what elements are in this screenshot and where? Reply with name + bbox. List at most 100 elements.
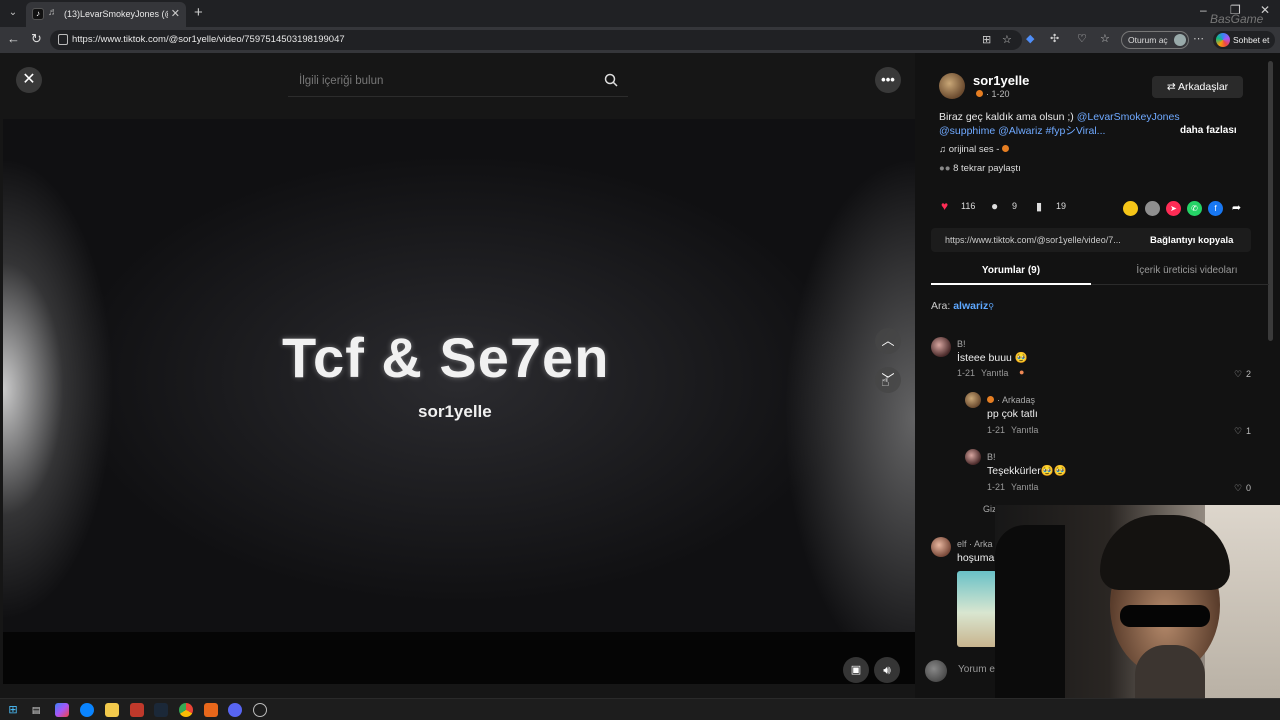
- comment-search-filter[interactable]: Ara: alwariz⚲: [931, 300, 994, 312]
- webcam-sunglasses: [1120, 605, 1210, 627]
- share-coin-icon[interactable]: [1123, 201, 1138, 216]
- tab-list-chevron-icon[interactable]: ⌄: [4, 4, 22, 22]
- comment-input[interactable]: Yorum el: [958, 664, 997, 675]
- bookmark-icon[interactable]: ▮: [1036, 200, 1042, 213]
- back-arrow-icon[interactable]: ←: [7, 31, 20, 46]
- mention-levarsmokeyjones[interactable]: @LevarSmokeyJones: [1077, 111, 1180, 123]
- tab-comments[interactable]: Yorumlar (9): [931, 260, 1091, 285]
- creator-username[interactable]: sor1yelle: [973, 73, 1029, 88]
- related-search-box[interactable]: İlgili içeriği bulun: [288, 67, 628, 97]
- reposts-row[interactable]: ●● 8 tekrar paylaştı: [939, 163, 1021, 174]
- search-icon[interactable]: [604, 73, 618, 87]
- panel-scrollbar[interactable]: [1268, 61, 1273, 341]
- more-description-button[interactable]: daha fazlası: [1180, 125, 1237, 136]
- maximize-icon[interactable]: ❐: [1230, 3, 1241, 17]
- browser-toolbar: ← ↻ https://www.tiktok.com/@sor1yelle/vi…: [0, 27, 1280, 53]
- like-heart-icon[interactable]: ♥: [941, 199, 948, 213]
- reply-like-heart-icon[interactable]: ♡: [1234, 483, 1242, 494]
- copilot-taskbar-icon[interactable]: [55, 703, 69, 717]
- comment-avatar[interactable]: [931, 337, 951, 357]
- reply-like-count: 1: [1246, 426, 1252, 436]
- reply-author[interactable]: · Arkadaş: [987, 395, 1035, 405]
- share-facebook-icon[interactable]: f: [1208, 201, 1223, 216]
- extension-shield-icon[interactable]: ◆: [1026, 32, 1034, 45]
- comment-avatar[interactable]: [931, 537, 951, 557]
- steam-icon[interactable]: [154, 703, 168, 717]
- profile-avatar-icon: [1173, 34, 1186, 46]
- reader-view-icon[interactable]: ⊞: [982, 33, 991, 46]
- video-letterbox: [3, 632, 915, 684]
- planet-emoji-icon: [976, 90, 983, 97]
- browser-essentials-icon[interactable]: ♡: [1077, 32, 1087, 45]
- signin-button[interactable]: Oturum aç: [1121, 31, 1189, 49]
- reply-button[interactable]: Yanıtla: [1011, 482, 1038, 492]
- webcam-chair: [995, 525, 1065, 698]
- planet-emoji-icon: [987, 396, 994, 403]
- reply-text: pp çok tatlı: [987, 408, 1038, 420]
- windows-start-icon[interactable]: ⊞: [6, 703, 20, 717]
- comment-bubble-icon[interactable]: ●: [991, 199, 998, 213]
- reply-button[interactable]: Yanıtla: [1011, 425, 1038, 435]
- close-window-icon[interactable]: ✕: [1260, 3, 1270, 17]
- reload-icon[interactable]: ↻: [31, 31, 42, 47]
- close-video-icon[interactable]: ✕: [16, 67, 42, 93]
- reply-like-heart-icon[interactable]: ♡: [1234, 426, 1242, 437]
- share-embed-icon[interactable]: [1145, 201, 1160, 216]
- video-frame[interactable]: Tcf & Se7en sor1yelle: [3, 119, 915, 632]
- browser-tab-tiktok[interactable]: ♪ ♬ (13)LevarSmokeyJones (@lev... ✕: [26, 2, 186, 27]
- app-red-icon[interactable]: [130, 703, 144, 717]
- extensions-puzzle-icon[interactable]: ✣: [1050, 32, 1059, 45]
- tab-creator-videos[interactable]: İçerik üreticisi videoları: [1107, 260, 1267, 285]
- reply-author[interactable]: B!: [987, 452, 996, 462]
- discord-icon[interactable]: [228, 703, 242, 717]
- search-input[interactable]: İlgili içeriği bulun: [299, 75, 383, 87]
- tab-close-icon[interactable]: ✕: [171, 7, 180, 20]
- comment-author[interactable]: B!: [957, 339, 966, 349]
- webcam-hand: [1135, 645, 1205, 698]
- task-view-icon[interactable]: ▤: [29, 703, 43, 717]
- reply-avatar[interactable]: [965, 392, 981, 408]
- volume-icon[interactable]: 🔊︎: [874, 657, 900, 683]
- reply-date: 1-21: [987, 425, 1006, 435]
- favorites-icon[interactable]: ☆: [1100, 32, 1110, 45]
- new-tab-button[interactable]: +: [194, 4, 203, 21]
- obs-icon[interactable]: [253, 703, 267, 717]
- share-arrow-icon[interactable]: ➦: [1229, 201, 1244, 216]
- video-subtitle-text: sor1yelle: [418, 402, 492, 421]
- copilot-chat-button[interactable]: Sohbet et: [1213, 31, 1276, 49]
- mentions-and-hashtags[interactable]: @supphime @Alwariz #fypシViral...: [939, 125, 1105, 137]
- reply-button[interactable]: Yanıtla: [981, 368, 1008, 378]
- share-send-icon[interactable]: ➤: [1166, 201, 1181, 216]
- creator-avatar[interactable]: [939, 73, 965, 99]
- copy-link-button[interactable]: Bağlantıyı kopyala: [1150, 235, 1233, 246]
- filter-term[interactable]: alwariz: [953, 300, 988, 312]
- music-row[interactable]: ♫ orijinal ses -: [939, 144, 1012, 155]
- swap-arrows-icon: ⇄: [1166, 81, 1178, 93]
- minimize-icon[interactable]: –: [1200, 3, 1207, 17]
- panel-tabs: Yorumlar (9) İçerik üreticisi videoları: [931, 260, 1269, 285]
- picture-in-picture-icon[interactable]: ▣: [843, 657, 869, 683]
- comment-image-thumbnail[interactable]: [957, 571, 997, 647]
- address-url[interactable]: https://www.tiktok.com/@sor1yelle/video/…: [72, 34, 345, 45]
- video-link-text[interactable]: https://www.tiktok.com/@sor1yelle/video/…: [945, 235, 1121, 245]
- more-options-icon[interactable]: •••: [875, 67, 901, 93]
- site-info-icon[interactable]: [58, 34, 68, 45]
- comment-like-heart-icon[interactable]: ♡: [1234, 369, 1242, 380]
- comment-author[interactable]: elf · Arka: [957, 539, 993, 549]
- file-explorer-icon[interactable]: [105, 703, 119, 717]
- reply-avatar[interactable]: [965, 449, 981, 465]
- settings-more-icon[interactable]: ⋯: [1193, 32, 1204, 45]
- comment-count: 9: [1012, 201, 1018, 211]
- favorite-star-icon[interactable]: ☆: [1002, 33, 1012, 46]
- share-whatsapp-icon[interactable]: ✆: [1187, 201, 1202, 216]
- app-orange-icon[interactable]: [204, 703, 218, 717]
- chrome-icon[interactable]: [179, 703, 193, 717]
- address-bar[interactable]: https://www.tiktok.com/@sor1yelle/video/…: [50, 30, 1022, 50]
- windows-taskbar: ⊞ ▤: [0, 698, 1280, 720]
- edge-browser-icon[interactable]: [80, 703, 94, 717]
- tiktok-favicon-icon: ♪: [32, 8, 44, 20]
- webcam-overlay: [995, 505, 1280, 698]
- friends-button[interactable]: ⇄ Arkadaşlar: [1152, 76, 1243, 98]
- browser-tab-bar: ⌄ ♪ ♬ (13)LevarSmokeyJones (@lev... ✕ + …: [0, 0, 1280, 27]
- previous-video-chevron-up-icon[interactable]: ︿: [875, 328, 901, 354]
